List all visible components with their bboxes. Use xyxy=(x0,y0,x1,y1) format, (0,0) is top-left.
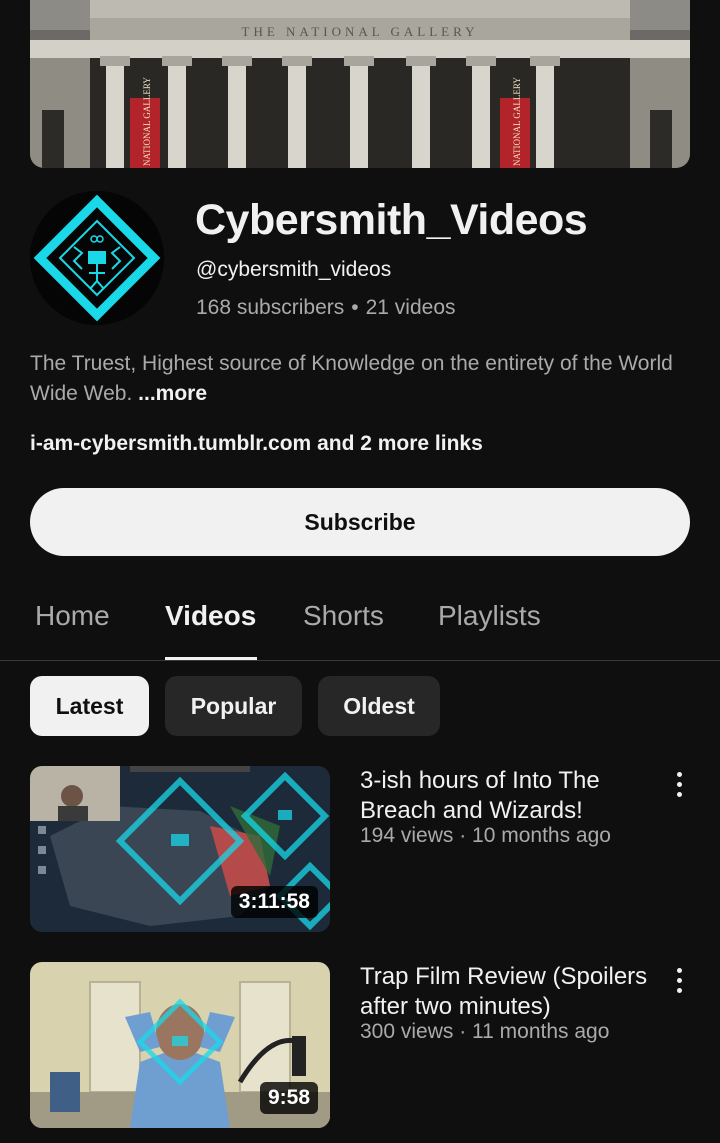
channel-links[interactable]: i-am-cybersmith.tumblr.com and 2 more li… xyxy=(30,432,483,456)
video-title[interactable]: 3-ish hours of Into The Breach and Wizar… xyxy=(360,766,665,826)
video-list-item[interactable]: 9:58 Trap Film Review (Spoilers after tw… xyxy=(30,962,690,1128)
video-list-item[interactable]: 3:11:58 3-ish hours of Into The Breach a… xyxy=(30,766,690,932)
video-duration: 3:11:58 xyxy=(230,886,318,918)
tab-shorts[interactable]: Shorts xyxy=(303,600,384,632)
chip-latest[interactable]: Latest xyxy=(30,676,149,736)
tab-playlists[interactable]: Playlists xyxy=(438,600,541,632)
subscriber-count: 168 subscribers xyxy=(196,296,345,319)
video-thumbnail[interactable]: 3:11:58 xyxy=(30,766,330,932)
channel-description[interactable]: The Truest, Highest source of Knowledge … xyxy=(30,349,690,409)
tab-videos[interactable]: Videos xyxy=(165,600,256,632)
more-options-icon[interactable] xyxy=(670,964,690,998)
channel-name: Cybersmith_Videos xyxy=(195,196,588,244)
banner-building-text: THE NATIONAL GALLERY xyxy=(242,24,479,39)
channel-handle: @cybersmith_videos xyxy=(196,258,392,281)
banner-flag-right-text: NATIONAL GALLERY xyxy=(512,77,522,166)
subscribe-button[interactable]: Subscribe xyxy=(30,488,690,556)
channel-banner: THE NATIONAL GALLERY NATIONAL GALLERY NA… xyxy=(30,0,690,168)
cyber-diamond-logo-icon xyxy=(30,191,164,325)
video-title[interactable]: Trap Film Review (Spoilers after two min… xyxy=(360,962,665,1022)
video-count: 21 videos xyxy=(365,296,456,319)
stats-separator: • xyxy=(351,296,359,319)
description-more-link[interactable]: ...more xyxy=(138,382,207,405)
chip-popular[interactable]: Popular xyxy=(165,676,302,736)
channel-tabs: Home Videos Shorts Playlists xyxy=(0,580,720,661)
channel-stats: 168 subscribers • 21 videos xyxy=(196,296,456,320)
banner-image: THE NATIONAL GALLERY NATIONAL GALLERY NA… xyxy=(30,0,690,168)
channel-avatar[interactable] xyxy=(30,191,164,325)
more-options-icon[interactable] xyxy=(670,768,690,802)
chip-oldest[interactable]: Oldest xyxy=(318,676,440,736)
banner-flag-left-text: NATIONAL GALLERY xyxy=(142,77,152,166)
video-meta: 194 views · 10 months ago xyxy=(360,824,611,847)
tab-home[interactable]: Home xyxy=(35,600,110,632)
video-duration: 9:58 xyxy=(259,1082,318,1114)
video-thumbnail[interactable]: 9:58 xyxy=(30,962,330,1128)
video-meta: 300 views · 11 months ago xyxy=(360,1020,610,1043)
active-tab-indicator xyxy=(165,657,257,660)
description-text: The Truest, Highest source of Knowledge … xyxy=(30,352,673,405)
